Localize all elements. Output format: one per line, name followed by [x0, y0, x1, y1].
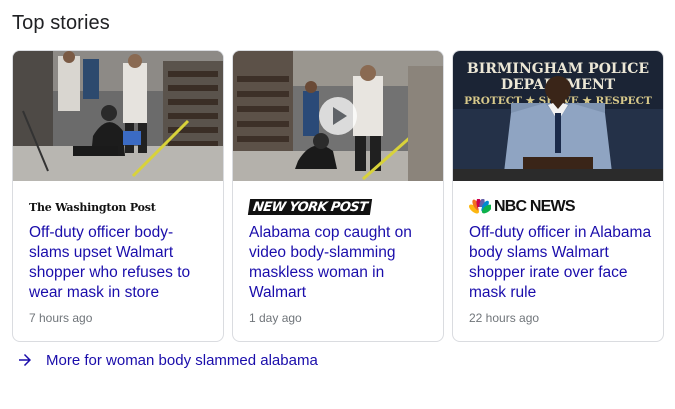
news-source-logo: NBC NEWS	[469, 196, 576, 218]
new-york-post-logo: NEW YORK POST	[247, 199, 373, 215]
story-thumbnail-2[interactable]	[233, 51, 443, 181]
more-stories-link[interactable]: More for woman body slammed alabama	[16, 349, 318, 371]
story-headline[interactable]: Off-duty officer in Alabama body slams W…	[469, 223, 653, 303]
nbc-news-wordmark: NBC NEWS	[494, 198, 576, 215]
story-headline[interactable]: Off-duty officer body-slams upset Walmar…	[29, 223, 213, 303]
nbc-news-logo: NBC NEWS	[469, 198, 576, 216]
play-icon[interactable]	[318, 96, 358, 136]
section-title: Top stories	[12, 12, 110, 34]
top-stories-carousel: The Washington Post Off-duty officer bod…	[12, 50, 664, 342]
arrow-right-icon	[19, 354, 31, 366]
story-headline[interactable]: Alabama cop caught on video body-slammin…	[249, 223, 433, 303]
news-source-logo: NEW YORK POST	[247, 196, 373, 218]
peacock-icon	[469, 199, 491, 215]
story-thumbnail-3[interactable]: BIRMINGHAM POLICE DEPARTMENT PROTECT ★ S…	[453, 51, 663, 181]
news-source-logo: The Washington Post	[29, 196, 156, 218]
story-card-3[interactable]: BIRMINGHAM POLICE DEPARTMENT PROTECT ★ S…	[452, 50, 664, 342]
washington-post-logo: The Washington Post	[29, 200, 156, 214]
story-thumbnail-1[interactable]	[13, 51, 223, 181]
police-sign-line1: BIRMINGHAM POLICE	[467, 61, 649, 77]
story-age: 1 day ago	[249, 311, 302, 325]
story-card-2[interactable]: NEW YORK POST Alabama cop caught on vide…	[232, 50, 444, 342]
story-card-1[interactable]: The Washington Post Off-duty officer bod…	[12, 50, 224, 342]
more-stories-label: More for woman body slammed alabama	[46, 351, 318, 369]
story-age: 7 hours ago	[29, 311, 93, 325]
story-age: 22 hours ago	[469, 311, 540, 325]
